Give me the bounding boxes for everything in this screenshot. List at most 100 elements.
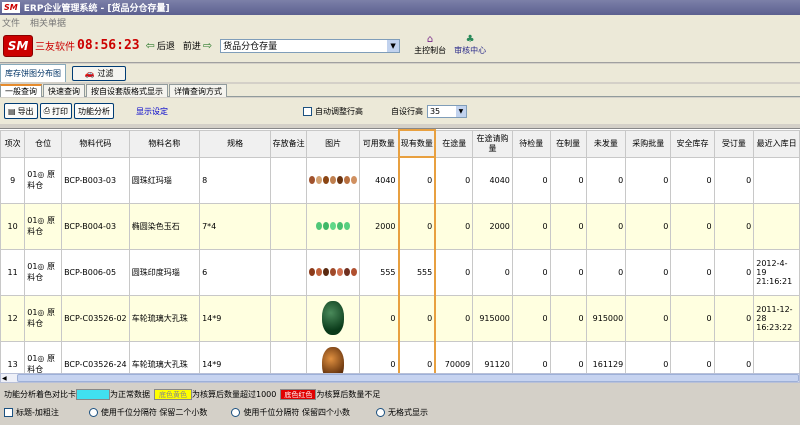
cell-avail: 0 <box>359 340 400 373</box>
cell-name: 车轮琉璃大孔珠 <box>128 294 201 342</box>
cell-wh: 01◎ 原料仓 <box>24 294 63 342</box>
chevron-down-icon[interactable]: ▼ <box>455 105 466 117</box>
stock-grid[interactable]: 项次 仓位 物料代码 物料名称 规格 存放备注 图片 可用数量 现有数量 在途量 在途请购量 待检量在… <box>0 128 800 373</box>
column-header[interactable]: 现有数量 <box>397 129 437 158</box>
row-height-select[interactable]: 35 ▼ <box>426 104 467 118</box>
cell-safety: 0 <box>670 340 715 373</box>
table-row[interactable]: 9 01◎ 原料仓 BCP-B003-03 圆珠红玛瑙 8 4040 0 0 4040 0 0 0 0 0… <box>0 156 800 204</box>
column-header[interactable]: 在途量 <box>434 129 474 158</box>
bead-icon <box>337 176 344 184</box>
bead-icon <box>337 268 344 276</box>
bead-icon <box>344 222 351 230</box>
cell-ordered: 0 <box>713 248 755 296</box>
audit-center-button[interactable]: ♣ 审核中心 <box>454 35 486 56</box>
auto-adjust-row[interactable]: 自动调整行高 <box>302 106 363 117</box>
tab-general-query[interactable]: 一般查询 <box>0 84 42 97</box>
tab-custom-format[interactable]: 按自设套版格式显示 <box>86 84 168 97</box>
format-options: 标题-加粗注 使用千位分隔符 保留二个小数 使用千位分隔符 保留四个小数 无格式… <box>0 405 800 419</box>
console-button[interactable]: ⌂ 主控制台 <box>414 35 446 56</box>
forward-arrow-icon[interactable]: ⇨ <box>203 39 212 52</box>
app-logo-icon: SM <box>2 2 20 13</box>
column-header[interactable]: 存放备注 <box>270 129 308 158</box>
cell-transit: 0 <box>434 202 474 250</box>
brand-logo-icon: SM <box>3 34 33 57</box>
print-button[interactable]: ⎙ 打印 <box>39 103 72 119</box>
table-row[interactable]: 12 01◎ 原料仓 BCP-C03526-02 车轮琉璃大孔珠 14*9 0 0 0 9150… <box>0 294 800 342</box>
format-radio-none[interactable] <box>375 407 385 417</box>
chevron-down-icon[interactable]: ▼ <box>387 39 400 52</box>
back-arrow-icon[interactable]: ⇦ <box>146 39 155 52</box>
column-header[interactable]: 物料名称 <box>128 129 201 158</box>
module-select[interactable]: 货品分仓存量 ▼ <box>220 38 401 53</box>
bead-icon <box>323 222 330 230</box>
column-header[interactable]: 在制量 <box>549 129 587 158</box>
cell-code: BCP-C03526-24 <box>61 340 130 373</box>
column-header[interactable]: 可用数量 <box>359 129 400 158</box>
cell-ordered: 0 <box>713 340 755 373</box>
brand-name: 三友软件 <box>35 42 75 53</box>
cell-inspect: 0 <box>511 156 551 204</box>
scroll-thumb[interactable] <box>16 374 799 382</box>
format-radio-4dec[interactable] <box>231 407 241 417</box>
cell-code: BCP-C03526-02 <box>61 294 130 342</box>
cell-spec: 8 <box>199 156 272 204</box>
forward-button[interactable]: 前进 <box>183 39 201 52</box>
table-row[interactable]: 11 01◎ 原料仓 BCP-B006-05 圆珠印度玛瑙 6 555 555 0 0 0 0 0 0 0… <box>0 248 800 296</box>
format-radio-2dec[interactable] <box>88 407 98 417</box>
cell-note <box>270 156 308 204</box>
tab-detail-query[interactable]: 详情查询方式 <box>169 84 227 97</box>
auto-adjust-checkbox[interactable] <box>302 106 312 116</box>
cell-name: 圆珠红玛瑙 <box>128 156 201 204</box>
cell-onhand: 555 <box>397 248 437 296</box>
bead-icon <box>323 268 330 276</box>
column-header[interactable]: 受订量 <box>713 129 755 158</box>
column-header[interactable]: 规格 <box>199 129 272 158</box>
row-height-value: 35 <box>429 106 441 116</box>
auto-adjust-label: 自动调整行高 <box>314 106 363 116</box>
column-header[interactable]: 采购批量 <box>625 129 672 158</box>
column-header[interactable]: 最近入库日 <box>753 129 800 158</box>
cell-ordered: 0 <box>713 156 755 204</box>
cell-transit: 0 <box>434 248 474 296</box>
cell-batch: 0 <box>625 202 672 250</box>
stock-table: 项次 仓位 物料代码 物料名称 规格 存放备注 图片 可用数量 现有数量 在途量 在途请购量 待检量在… <box>0 129 800 373</box>
filter-button[interactable]: 🚗 过滤 <box>72 65 126 81</box>
column-header[interactable]: 未发量 <box>585 129 627 158</box>
show-settings-link[interactable]: 显示设定 <box>136 106 168 117</box>
clock: 08:56:23 <box>77 38 140 53</box>
cell-ordered: 0 <box>713 202 755 250</box>
menu-file[interactable]: 文件 <box>2 16 20 29</box>
horizontal-scrollbar[interactable]: ◀ <box>0 373 800 383</box>
color-legend: 功能分析着色对比卡 为正常数据 底色黄色 为核算后数量超过1000 底色红色 为… <box>0 388 800 401</box>
tab-quick-query[interactable]: 快速查询 <box>43 84 85 97</box>
table-row[interactable]: 13 01◎ 原料仓 BCP-C03526-24 车轮琉璃大孔珠 14*9 0 0 70009… <box>0 340 800 373</box>
format-4dec-label: 使用千位分隔符 保留四个小数 <box>243 407 350 417</box>
legend-cyan-swatch <box>76 389 110 400</box>
legend-red-swatch: 底色红色 <box>280 389 317 400</box>
column-header[interactable]: 项次 <box>0 129 26 158</box>
column-header[interactable]: 安全库存 <box>670 129 715 158</box>
column-header[interactable]: 在途请购量 <box>472 129 513 158</box>
cell-code: BCP-B004-03 <box>61 202 130 250</box>
column-header[interactable]: 物料代码 <box>61 129 130 158</box>
cell-transit: 0 <box>434 156 474 204</box>
export-button[interactable]: ▤ 导出 <box>4 103 38 119</box>
cell-safety: 0 <box>670 248 715 296</box>
bead-icon <box>330 222 337 230</box>
cell-onhand: 0 <box>397 340 437 373</box>
column-header[interactable]: 仓位 <box>24 129 63 158</box>
scroll-left-icon[interactable]: ◀ <box>2 375 7 382</box>
menu-related-docs[interactable]: 相关单据 <box>30 16 66 29</box>
beads-image <box>309 222 357 230</box>
brand: SM 三友软件 08:56:23 <box>3 34 140 57</box>
analysis-button[interactable]: 功能分析 <box>73 103 114 119</box>
cell-safety: 0 <box>670 202 715 250</box>
pie-chart-view-tab[interactable]: 库存饼图分布图 <box>0 64 66 82</box>
table-row[interactable]: 10 01◎ 原料仓 BCP-B004-03 椭圆染色玉石 7*4 2000 0 0 2000 0… <box>0 202 800 250</box>
format-none-label: 无格式显示 <box>387 407 428 417</box>
title-bold-checkbox[interactable] <box>4 407 13 417</box>
back-button[interactable]: 后退 <box>157 39 175 52</box>
cell-transit_req: 915000 <box>472 294 513 342</box>
column-header[interactable]: 图片 <box>306 129 361 158</box>
column-header[interactable]: 待检量 <box>511 129 551 158</box>
